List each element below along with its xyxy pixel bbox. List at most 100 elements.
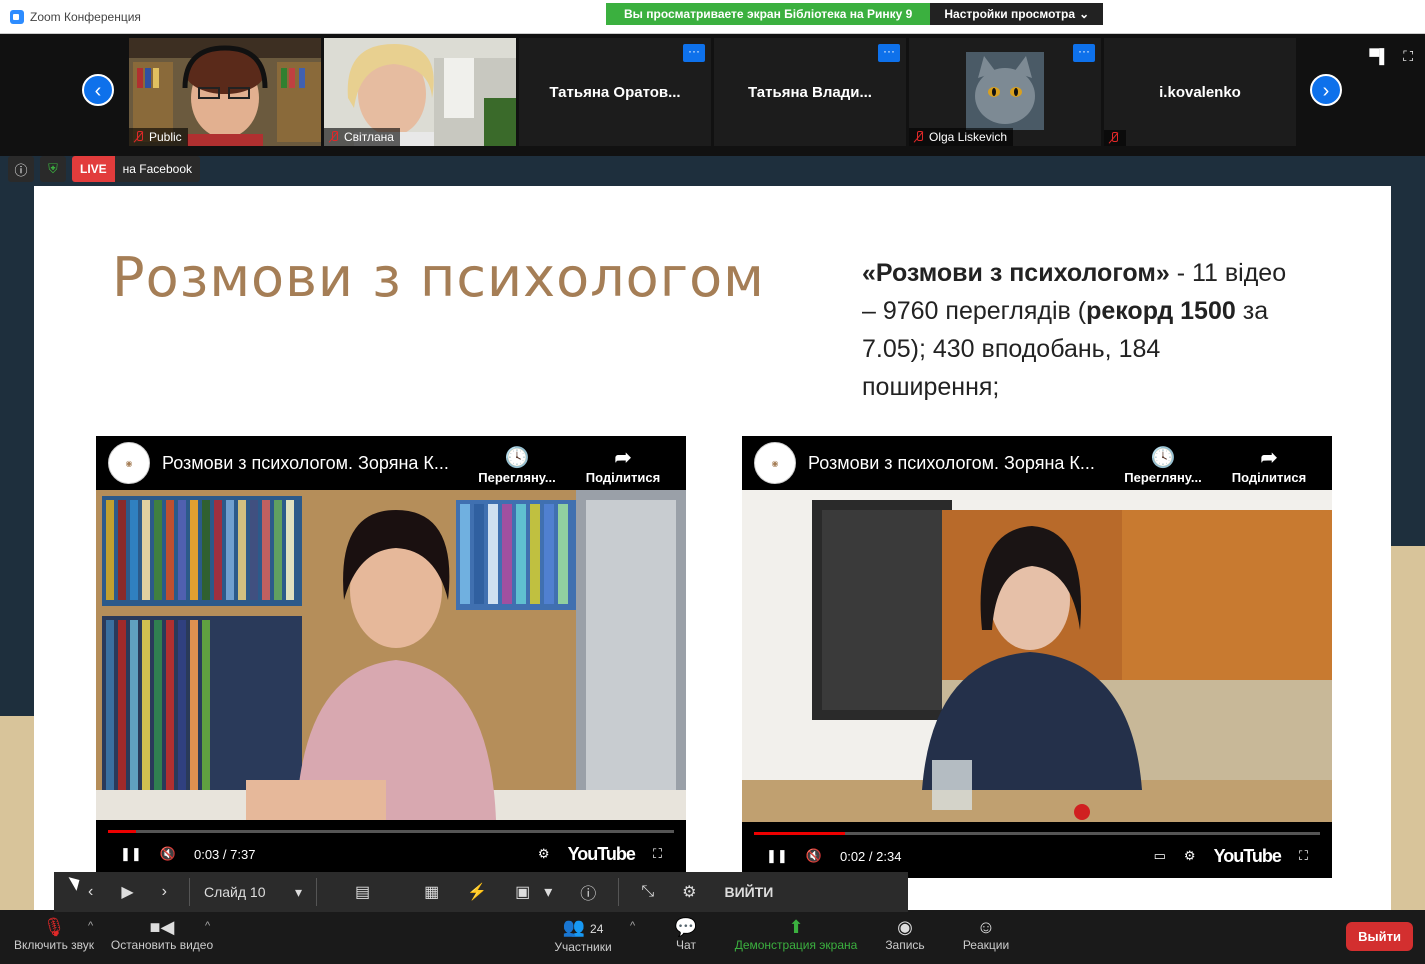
live-stream-badge[interactable]: LIVE на Facebook (72, 156, 201, 182)
video-progress[interactable] (754, 832, 1320, 835)
share-arrow-icon: ➦ (1260, 447, 1278, 469)
participants-label: Участники (554, 940, 612, 954)
participant-tile[interactable]: ··· Olga Liskevich (909, 38, 1101, 146)
chevron-down-icon[interactable]: ▾ (544, 882, 566, 902)
participant-tile[interactable]: Public (129, 38, 321, 146)
view-settings-button[interactable]: Настройки просмотра ⌄ (930, 3, 1104, 25)
youtube-logo[interactable]: YouTube (568, 844, 636, 865)
pause-icon[interactable]: ❚❚ (766, 848, 788, 864)
smiley-icon: ☺ (976, 917, 996, 937)
mic-muted-icon: 🎙 (42, 917, 66, 937)
share-label: Поділитися (585, 470, 661, 485)
chat-label: Чат (676, 938, 696, 952)
chevron-right-icon: › (1322, 80, 1330, 102)
participant-tile[interactable]: ··· Татьяна Оратов... (519, 38, 711, 146)
exit-fullscreen-icon[interactable]: ⤡ (627, 883, 668, 901)
more-options-button[interactable]: ··· (878, 44, 900, 62)
exit-presentation-button[interactable]: ВИЙТИ (710, 884, 787, 900)
next-participants-button[interactable]: › (1310, 74, 1342, 106)
video-progress[interactable] (108, 830, 674, 833)
prev-participants-button[interactable]: ‹ (82, 74, 114, 106)
unmute-button[interactable]: 🎙 Включить звук (12, 916, 96, 952)
stop-video-label: Остановить видео (110, 938, 214, 952)
chevron-right-icon: › (161, 883, 167, 900)
library-logo-icon: ◉ (771, 458, 779, 468)
mute-icon[interactable]: 🔇 (160, 846, 176, 862)
gear-icon[interactable]: ⚙ (538, 846, 550, 862)
slide-title: Розмови з психологом (112, 246, 765, 309)
participant-name-bar (1104, 130, 1126, 146)
camera-icon: ■◀ (149, 917, 175, 937)
reactions-button[interactable]: ☺ Реакции (958, 916, 1014, 952)
record-icon: ◉ (897, 917, 913, 937)
pause-icon[interactable]: ❚❚ (120, 846, 142, 862)
info-icon[interactable]: ⓘ (8, 156, 34, 182)
ellipsis-icon: ··· (688, 44, 700, 58)
gear-icon[interactable]: ⚙ (668, 882, 710, 902)
divider (315, 878, 317, 906)
presentation-slide: Розмови з психологом «Розмови з психолог… (34, 186, 1391, 910)
chevron-down-icon: ▾ (294, 883, 302, 900)
participant-name-bar: Public (129, 128, 188, 146)
more-options-button[interactable]: ··· (683, 44, 705, 62)
shield-icon[interactable]: ⛨ (40, 156, 66, 182)
watch-later-button[interactable]: 🕓 Перегляну... (472, 446, 562, 485)
participant-name: Світлана (344, 130, 394, 144)
chat-icon: 💬 (674, 917, 698, 937)
share-button[interactable]: ➦ Поділитися (578, 446, 668, 485)
embedded-video[interactable]: ◉ Розмови з психологом. Зоряна К... 🕓 Пе… (742, 436, 1332, 878)
share-screen-label: Демонстрация экрана (734, 938, 858, 952)
pointer-icon[interactable]: ⚡ (453, 882, 501, 902)
video-controls: ❚❚ 🔇 0:02 / 2:34 ▭ ⚙ YouTube ⛶ (742, 822, 1332, 878)
gear-icon[interactable]: ⚙ (1184, 848, 1196, 864)
share-button[interactable]: ➦ Поділитися (1224, 446, 1314, 485)
fullscreen-icon[interactable]: ⛶ (653, 846, 662, 862)
slide-selector[interactable]: Слайд 10 ▾ (198, 884, 308, 901)
more-options-button[interactable]: ··· (1073, 44, 1095, 62)
subtitles-icon[interactable]: ▭ (1154, 848, 1166, 864)
video-options-chevron-icon[interactable]: ^ (205, 920, 210, 932)
divider (188, 878, 190, 906)
info-icon[interactable]: ⓘ (566, 880, 610, 904)
stop-video-button[interactable]: ■◀ Остановить видео (110, 916, 214, 952)
embedded-video[interactable]: ◉ Розмови з психологом. Зоряна К... 🕓 Пе… (96, 436, 686, 876)
live-tag: LIVE (72, 156, 115, 182)
play-button[interactable]: ▶ (107, 882, 147, 902)
video-title[interactable]: Розмови з психологом. Зоряна К... (808, 453, 1095, 474)
share-label: Поділитися (1231, 470, 1307, 485)
participant-name: Татьяна Оратов... (549, 84, 681, 101)
participant-tile[interactable]: Світлана (324, 38, 516, 146)
share-screen-button[interactable]: ⬆ Демонстрация экрана (732, 916, 860, 952)
participant-tile[interactable]: i.kovalenko (1104, 38, 1296, 146)
participants-button[interactable]: 👥 24 Участники (548, 916, 618, 954)
chat-button[interactable]: 💬 Чат (664, 916, 708, 952)
video-controls: ❚❚ 🔇 0:03 / 7:37 ⚙ YouTube ⛶ (96, 820, 686, 876)
window-title: Zoom Конференция (30, 10, 141, 24)
notes-icon[interactable]: ▦ (384, 882, 453, 902)
participant-name-bar: Olga Liskevich (909, 128, 1014, 146)
layout-toggle-icon[interactable]: ▀▌ (1369, 48, 1389, 65)
fullscreen-icon[interactable]: ⛶ (1403, 48, 1413, 65)
mic-muted-icon (328, 131, 340, 143)
live-target: на Facebook (122, 162, 193, 176)
audio-options-chevron-icon[interactable]: ^ (88, 920, 93, 932)
share-screen-icon: ⬆ (788, 917, 804, 937)
channel-logo[interactable]: ◉ (754, 442, 796, 484)
captions-icon[interactable]: ▣ (501, 882, 544, 902)
participants-options-chevron-icon[interactable]: ^ (630, 920, 635, 932)
participant-tile[interactable]: ··· Татьяна Влади... (714, 38, 906, 146)
record-button[interactable]: ◉ Запись (880, 916, 930, 952)
mute-icon[interactable]: 🔇 (806, 848, 822, 864)
next-slide-button[interactable]: › (148, 883, 181, 901)
view-controls: ▀▌ ⛶ (1369, 48, 1413, 65)
leave-meeting-button[interactable]: Выйти (1346, 922, 1413, 951)
video-control-row: ❚❚ 🔇 0:03 / 7:37 ⚙ YouTube ⛶ (120, 842, 662, 866)
video-frame (742, 490, 1332, 822)
watch-later-button[interactable]: 🕓 Перегляну... (1118, 446, 1208, 485)
comments-icon[interactable]: ▤ (325, 882, 384, 902)
channel-logo[interactable]: ◉ (108, 442, 150, 484)
fullscreen-icon[interactable]: ⛶ (1299, 848, 1308, 864)
slide-text-bold: рекорд 1500 (1086, 297, 1236, 325)
video-title[interactable]: Розмови з психологом. Зоряна К... (162, 453, 449, 474)
youtube-logo[interactable]: YouTube (1214, 846, 1282, 867)
